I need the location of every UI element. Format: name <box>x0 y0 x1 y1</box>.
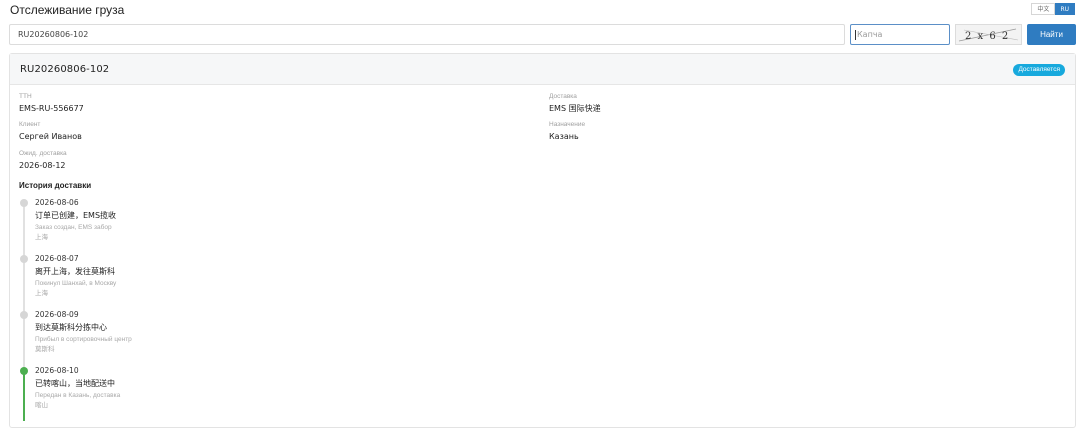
timeline-event: 2026-08-06 订单已创建，EMS揽收 Заказ создан, EMS… <box>35 198 116 241</box>
timeline-line-past <box>23 202 25 369</box>
field-label-destination: Назначение <box>549 121 586 128</box>
event-description: Покинул Шанхай, в Москву <box>35 280 117 287</box>
field-label-ttn: ТТН <box>19 93 32 100</box>
lang-ru-button[interactable]: RU <box>1055 3 1075 15</box>
captcha-code-text: 2 x 6 2 <box>965 31 1010 42</box>
event-date: 2026-08-07 <box>35 254 79 263</box>
timeline-dot-current <box>20 367 28 375</box>
field-value-ttn: EMS-RU-556677 <box>19 104 84 113</box>
field-value-client: Сергей Иванов <box>19 132 82 141</box>
timeline-dot <box>20 311 28 319</box>
page-title: Отслеживание груза <box>10 3 125 17</box>
event-description: Передан в Казань, доставка <box>35 392 121 399</box>
lang-zh-button[interactable]: 中文 <box>1031 3 1056 15</box>
captcha-image[interactable]: 2 x 6 2 <box>955 24 1022 45</box>
timeline-event: 2026-08-10 已转喀山，当地配送中 Передан в Казань, … <box>35 366 120 409</box>
tracking-number-title: RU20260806-102 <box>20 64 110 75</box>
search-button[interactable]: Найти <box>1027 24 1076 45</box>
field-value-destination: Казань <box>549 132 579 141</box>
event-description: Прибыл в сортировочный центр <box>35 336 132 343</box>
event-location: 喀山 <box>35 401 48 409</box>
event-description: Заказ создан, EMS забор <box>35 224 112 231</box>
event-location: 上海 <box>35 289 48 297</box>
timeline-line-current <box>23 369 25 421</box>
event-title: 订单已创建，EMS揽收 <box>35 211 117 220</box>
timeline-event: 2026-08-09 到达莫斯科分拣中心 Прибыл в сортировоч… <box>35 310 132 353</box>
language-switch: 中文 RU <box>1031 3 1075 15</box>
field-eta: Ожид. доставка 2026-08-12 <box>19 150 67 171</box>
event-date: 2026-08-06 <box>35 198 79 207</box>
event-date: 2026-08-09 <box>35 310 79 319</box>
tracking-result-card: RU20260806-102 Доставляется ТТН EMS-RU-5… <box>9 53 1076 428</box>
field-label-eta: Ожид. доставка <box>19 150 67 157</box>
field-delivery: Доставка EMS 国际快递 <box>549 93 601 114</box>
card-header: RU20260806-102 Доставляется <box>10 54 1075 85</box>
event-date: 2026-08-10 <box>35 366 79 375</box>
event-location: 上海 <box>35 233 48 241</box>
event-title: 离开上海，发往莫斯科 <box>35 267 115 276</box>
event-title: 到达莫斯科分拣中心 <box>35 323 107 332</box>
status-badge: Доставляется <box>1013 64 1065 76</box>
field-label-delivery: Доставка <box>549 93 577 100</box>
field-client: Клиент Сергей Иванов <box>19 121 82 142</box>
tracking-number-input[interactable]: RU20260806-102 <box>9 24 845 45</box>
timeline-dot <box>20 255 28 263</box>
timeline-dot <box>20 199 28 207</box>
field-value-delivery: EMS 国际快递 <box>549 104 601 113</box>
captcha-placeholder: Капча <box>857 30 883 39</box>
timeline-event: 2026-08-07 离开上海，发往莫斯科 Покинул Шанхай, в … <box>35 254 116 297</box>
field-label-client: Клиент <box>19 121 41 128</box>
captcha-input[interactable]: Капча <box>850 24 950 45</box>
history-title: История доставки <box>19 181 92 190</box>
field-value-eta: 2026-08-12 <box>19 161 66 170</box>
field-destination: Назначение Казань <box>549 121 585 142</box>
text-caret <box>855 29 856 40</box>
delivery-timeline: 2026-08-06 订单已创建，EMS揽收 Заказ создан, EMS… <box>19 198 319 422</box>
field-ttn: ТТН EMS-RU-556677 <box>19 93 84 114</box>
event-location: 莫斯科 <box>35 345 55 353</box>
event-title: 已转喀山，当地配送中 <box>35 379 115 388</box>
